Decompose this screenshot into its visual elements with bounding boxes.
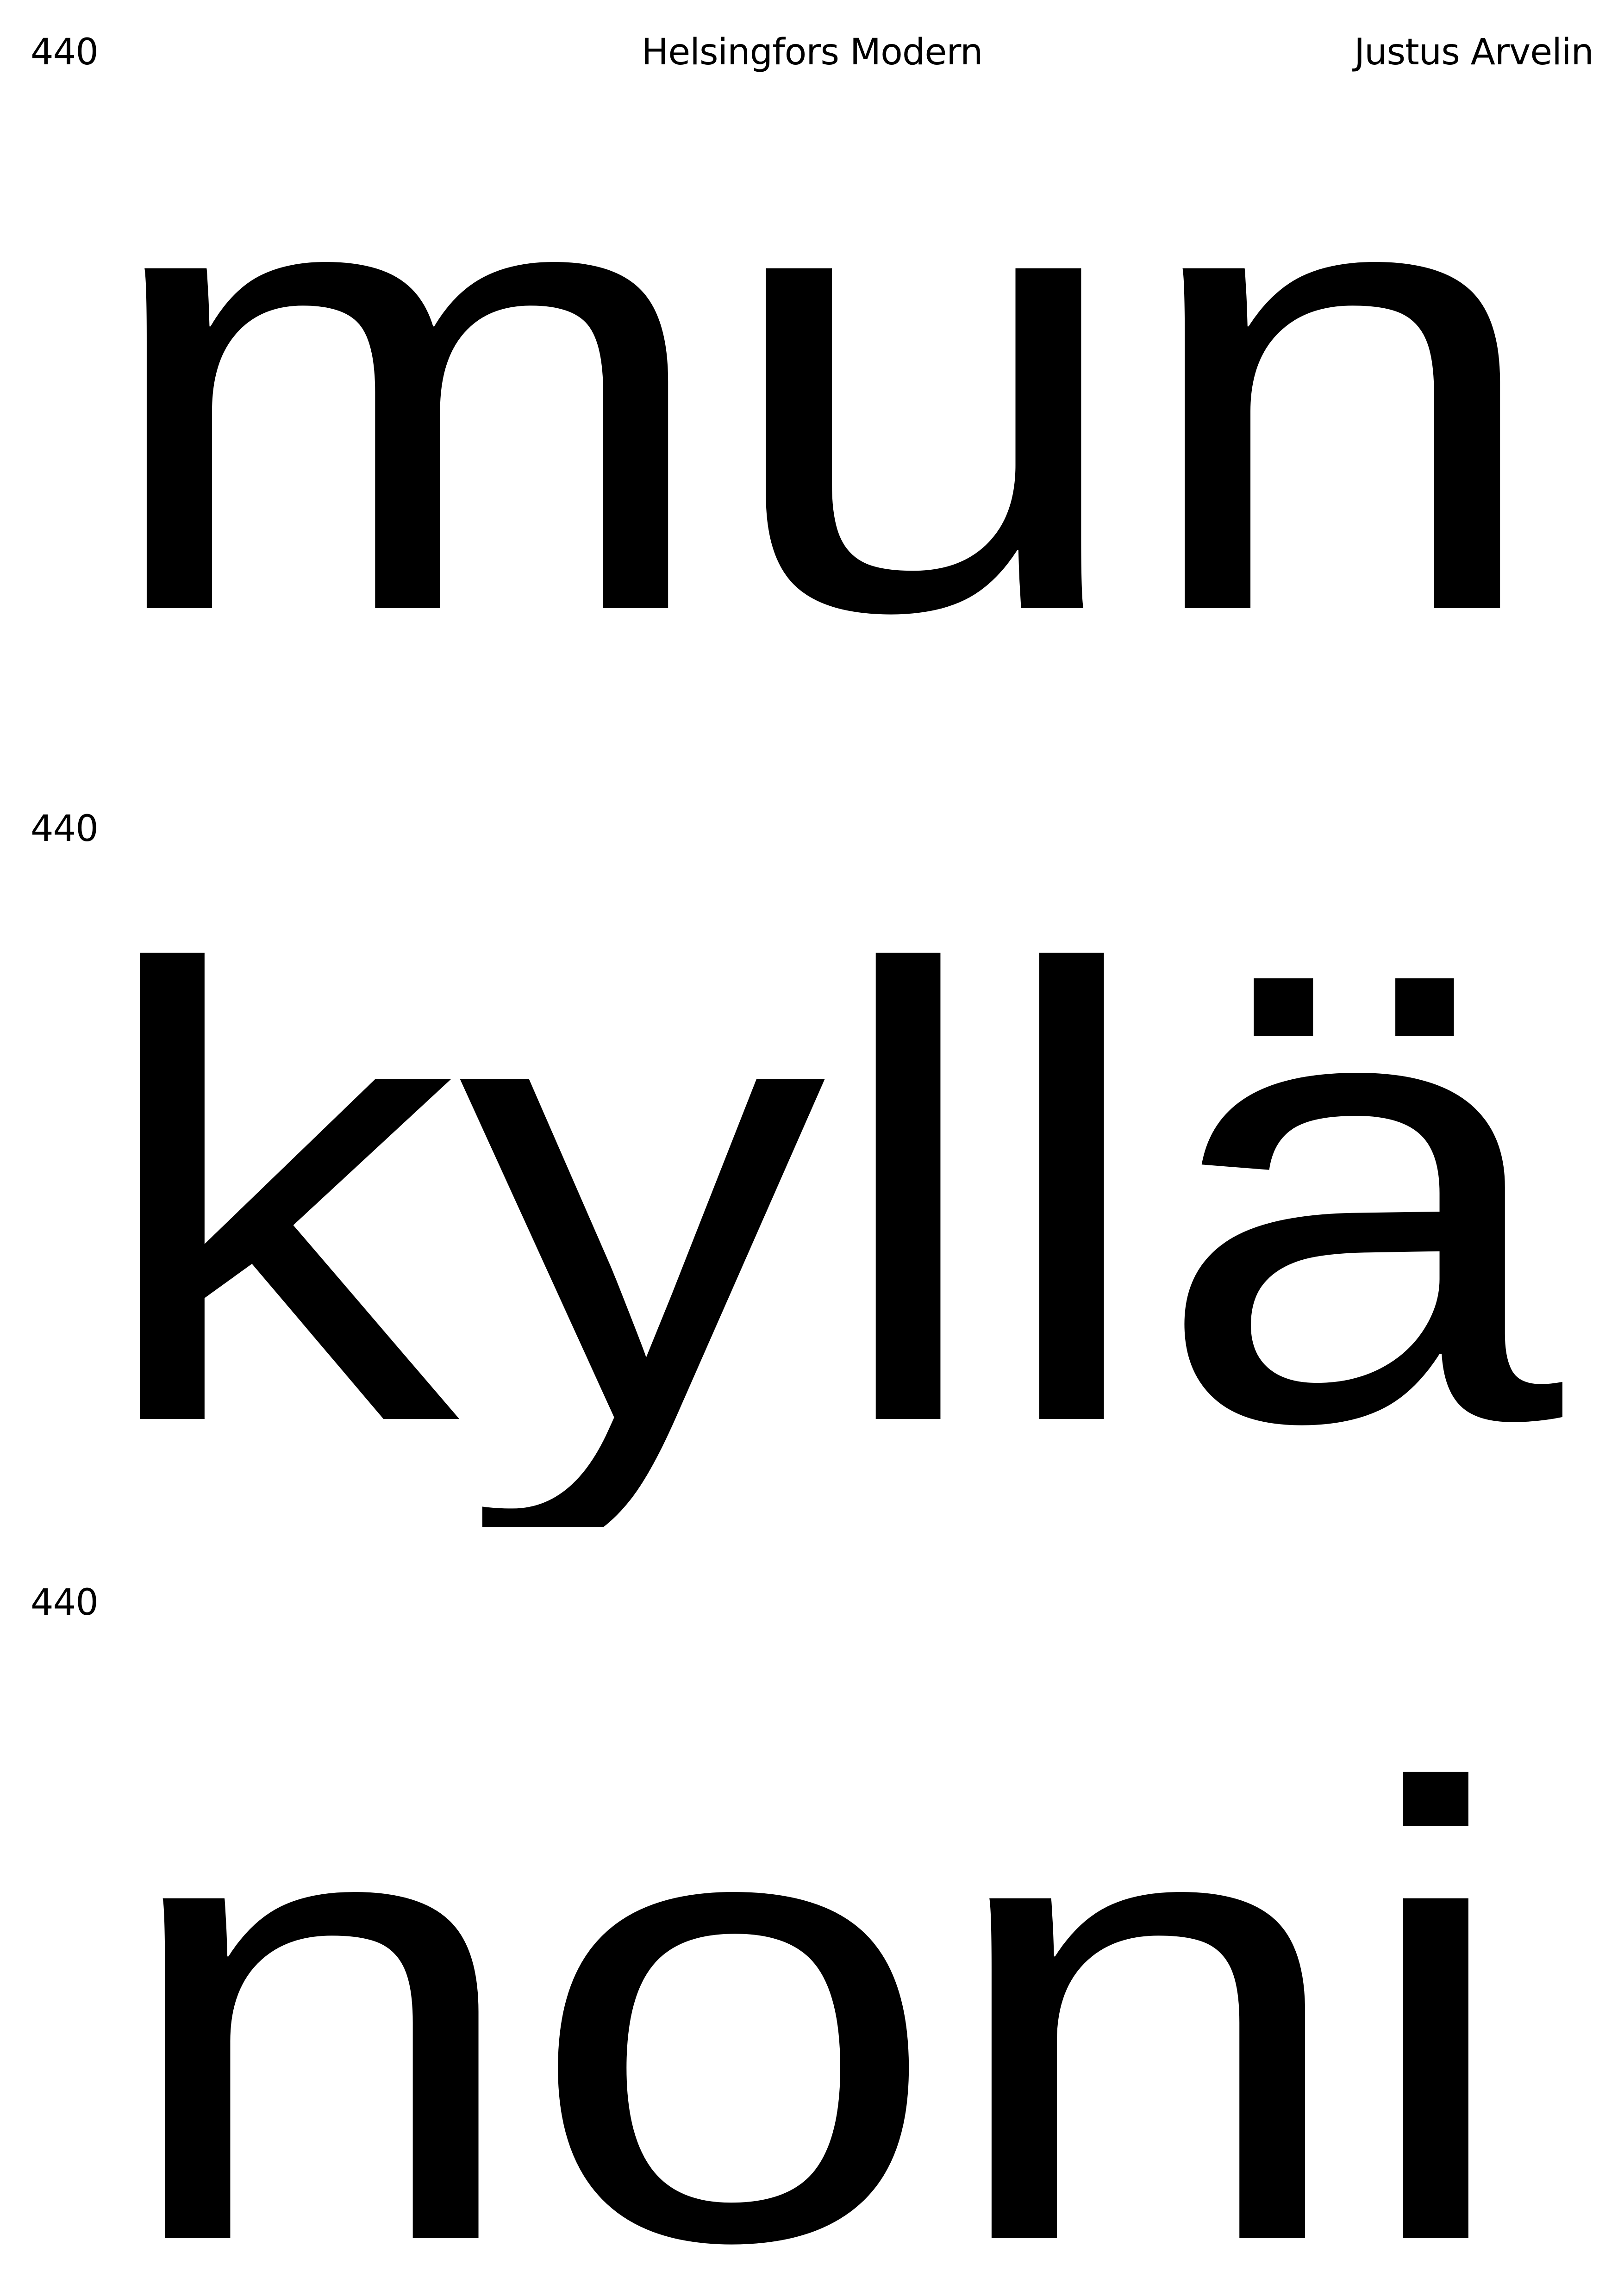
type-size-label: 440: [31, 1582, 99, 1624]
specimen-word-1: mun: [0, 0, 1624, 787]
specimen-word-2: kyllä: [0, 740, 1624, 1527]
specimen-word-3: noni: [0, 1509, 1624, 2296]
specimen-word-2-text: kyllä: [90, 837, 1567, 1527]
type-size-label: 440: [31, 808, 99, 850]
specimen-word-3-text: noni: [113, 1656, 1518, 2296]
specimen-word-1-text: mun: [95, 26, 1549, 745]
